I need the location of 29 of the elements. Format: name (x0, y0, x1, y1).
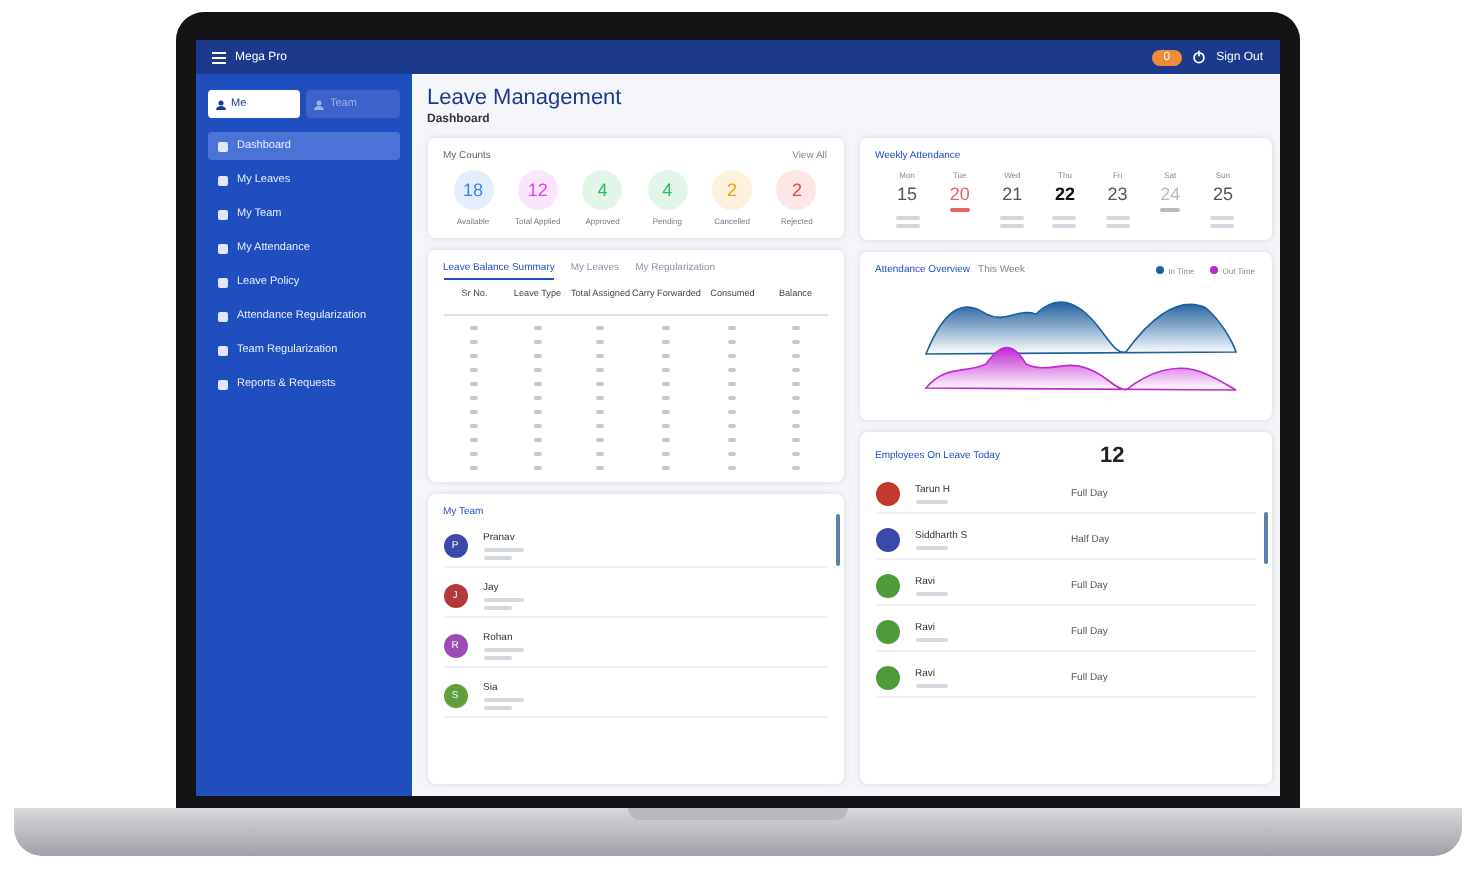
count-circle: 2 (712, 170, 753, 210)
square-icon (217, 311, 227, 321)
date-number: 15 (896, 184, 917, 204)
date-number: 21 (1002, 184, 1023, 204)
date-number: 23 (1107, 184, 1128, 204)
square-icon (217, 243, 227, 253)
user-icon (215, 99, 225, 109)
user-icon (314, 99, 324, 109)
date-number: 24 (1160, 184, 1181, 204)
date-number: 25 (1212, 184, 1233, 204)
count-circle: 18 (453, 170, 493, 210)
square-icon (217, 277, 227, 287)
page-title: Leave Management (427, 86, 624, 110)
scrollbar[interactable] (835, 514, 839, 566)
leave-count: 12 (1099, 444, 1125, 468)
square-icon (217, 175, 227, 185)
power-icon[interactable] (1192, 50, 1207, 64)
date-number: 20 (949, 184, 970, 204)
square-icon (217, 379, 227, 389)
count-circle: 4 (647, 170, 688, 210)
scrollbar[interactable] (1263, 512, 1267, 564)
menu-icon[interactable] (211, 51, 225, 63)
date-number: 22 (1054, 184, 1075, 204)
square-icon (217, 141, 227, 151)
count-circle: 4 (582, 170, 623, 210)
count-circle: 2 (776, 170, 817, 210)
square-icon (217, 209, 227, 219)
square-icon (217, 345, 227, 355)
count-circle: 12 (517, 170, 558, 210)
